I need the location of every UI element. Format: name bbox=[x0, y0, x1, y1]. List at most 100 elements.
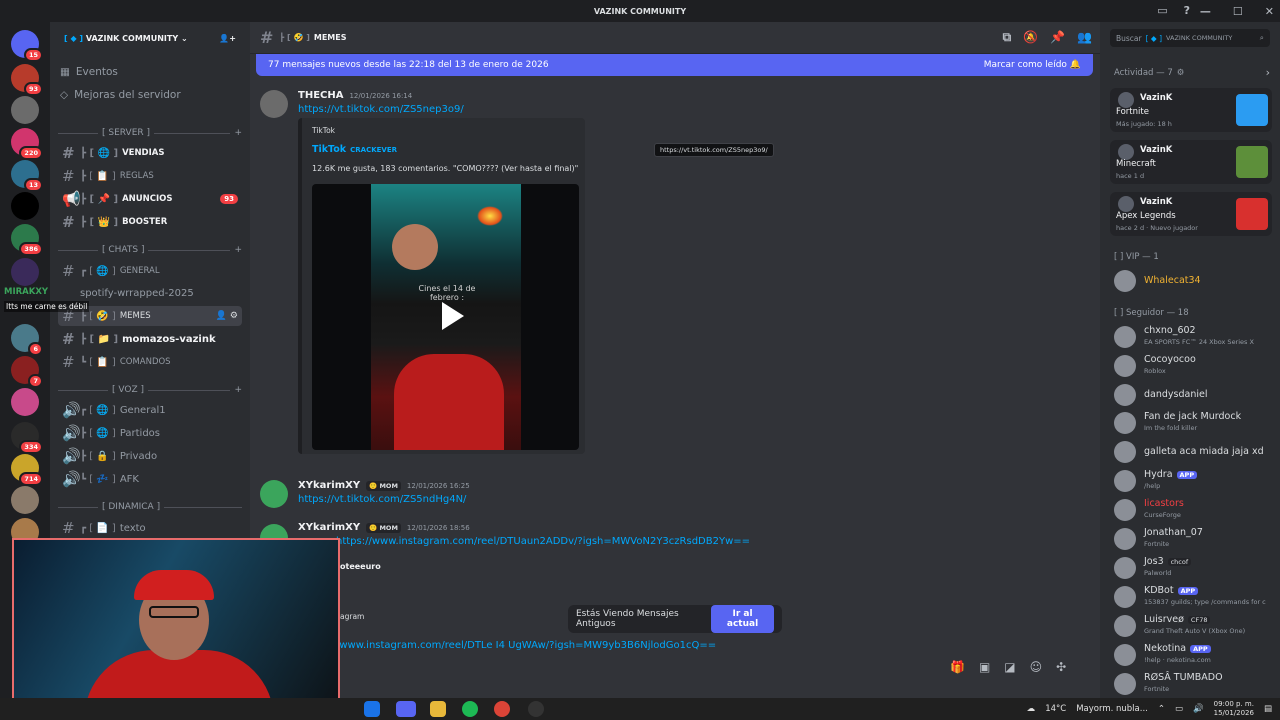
new-messages-bar[interactable]: 77 mensajes nuevos desde las 22:18 del 1… bbox=[256, 54, 1093, 76]
channel-anuncios[interactable]: 📢 ┣ [ 📌 ] ANUNCIOS 93 bbox=[58, 189, 242, 209]
member-item[interactable]: Jonathan_07 Fortnite bbox=[1114, 526, 1274, 552]
channel-booster[interactable]: # ┣ [ 👑 ] BOOSTER bbox=[58, 212, 242, 232]
mark-read-button[interactable]: Marcar como leído 🔔 bbox=[984, 60, 1081, 70]
member-item[interactable]: RØSÂ TUMBADO Fortnite bbox=[1114, 671, 1274, 697]
maximize-button[interactable]: ☐ bbox=[1233, 5, 1243, 18]
category-chats[interactable]: [ CHATS ] + bbox=[58, 245, 242, 255]
server-icon[interactable]: 714 bbox=[11, 454, 43, 486]
channel-momazos[interactable]: # ┣ [ 📁 ] momazos-vazink bbox=[58, 329, 242, 349]
channel-spotify[interactable]: spotify-wrrapped-2025 bbox=[58, 283, 242, 303]
edge-icon[interactable] bbox=[364, 701, 380, 717]
minimize-button[interactable]: — bbox=[1200, 5, 1211, 18]
embed-title[interactable]: TikTok CRACKEVER bbox=[312, 144, 397, 155]
chevron-right-icon[interactable]: › bbox=[1266, 66, 1270, 79]
server-icon[interactable]: 6 bbox=[11, 324, 43, 356]
settings-icon[interactable]: 👤 ⚙ bbox=[216, 311, 238, 321]
apps-icon[interactable]: ✣ bbox=[1056, 660, 1066, 674]
spotify-icon[interactable] bbox=[462, 701, 478, 717]
message-author[interactable]: THECHA 12/01/2026 16:14 bbox=[298, 90, 412, 101]
message-link[interactable]: https://vt.tiktok.com/ZS5ndHg4N/ bbox=[298, 494, 466, 505]
inbox-icon[interactable]: ▭ bbox=[1157, 4, 1167, 17]
mute-icon[interactable]: 🔕 bbox=[1023, 30, 1038, 45]
server-icon[interactable]: 220 bbox=[11, 128, 43, 160]
clock[interactable]: 09:00 p. m. 15/01/2026 bbox=[1214, 700, 1254, 718]
member-item[interactable]: Nekotina APP !help · nekotina.com bbox=[1114, 642, 1274, 668]
server-icon[interactable]: 93 bbox=[11, 64, 43, 96]
message-author[interactable]: XYkarimXY 🙂 MOM 12/01/2026 16:25 bbox=[298, 480, 470, 491]
server-icon[interactable] bbox=[11, 192, 39, 220]
emoji-icon[interactable]: ☺ bbox=[1030, 660, 1043, 674]
add-user-icon[interactable]: 👤+ bbox=[219, 34, 236, 43]
channel-ventas[interactable]: # ┣ [ 🌐 ] VENDIAS bbox=[58, 143, 242, 163]
plus-icon[interactable]: + bbox=[234, 128, 242, 138]
help-icon[interactable]: ? bbox=[1184, 4, 1190, 17]
author-name[interactable]: XYkarimXY bbox=[298, 480, 360, 491]
member-item[interactable]: Whalecat34 bbox=[1114, 268, 1274, 294]
search-input[interactable]: Buscar[ ◆ ] VAZINK COMMUNITY ⌕ bbox=[1110, 29, 1270, 47]
channel-general[interactable]: # ┏ [ 🌐 ] GENERAL bbox=[58, 261, 242, 281]
server-icon[interactable] bbox=[11, 258, 39, 286]
member-item[interactable]: Cocoyocoo Roblox bbox=[1114, 353, 1274, 379]
member-item[interactable]: KDBot APP 153837 guilds; type /commands fo… bbox=[1114, 584, 1274, 610]
play-icon[interactable] bbox=[430, 296, 470, 336]
folder-icon[interactable] bbox=[430, 701, 446, 717]
members-icon[interactable]: 👥 bbox=[1077, 30, 1092, 45]
message-link[interactable]: /www.instagram.com/reel/DTLe I4 UgWAw/?i… bbox=[336, 640, 716, 651]
plus-icon[interactable]: + bbox=[234, 245, 242, 255]
nav-boosts[interactable]: ◇ Mejoras del servidor bbox=[60, 89, 181, 101]
member-item[interactable]: Fan de jack Murdock Im the fold killer bbox=[1114, 410, 1274, 436]
message-author[interactable]: XYkarimXY 🙂 MOM 12/01/2026 18:56 bbox=[298, 522, 470, 533]
gif-icon[interactable]: ▣ bbox=[979, 660, 990, 674]
activity-card[interactable]: VazinK Fortnite Más jugado: 18 h bbox=[1110, 88, 1272, 132]
server-icon[interactable] bbox=[11, 96, 39, 124]
message-link[interactable]: https://vt.tiktok.com/ZS5nep3o9/ bbox=[298, 104, 464, 115]
activity-card[interactable]: VazinK Apex Legends hace 2 d · Nuevo jugad… bbox=[1110, 192, 1272, 236]
server-icon[interactable]: 334 bbox=[11, 422, 43, 454]
chevron-up-icon[interactable]: ⌃ bbox=[1158, 704, 1165, 714]
channel-privado[interactable]: 🔊 ┣ [ 🔒 ] Privado bbox=[58, 446, 242, 466]
network-icon[interactable]: ▭ bbox=[1175, 704, 1183, 714]
obs-icon[interactable] bbox=[528, 701, 544, 717]
guild-header[interactable]: [ ◆ ] VAZINK COMMUNITY ⌄ 👤+ bbox=[50, 22, 250, 54]
author-name[interactable]: XYkarimXY bbox=[298, 522, 360, 533]
member-item[interactable]: Iicastors CurseForge bbox=[1114, 497, 1274, 523]
chrome-icon[interactable] bbox=[494, 701, 510, 717]
channel-general1[interactable]: 🔊 ┏ [ 🌐 ] General1 bbox=[58, 400, 242, 420]
member-item[interactable]: Hydra APP/help bbox=[1114, 468, 1274, 494]
plus-icon[interactable]: + bbox=[234, 385, 242, 395]
member-item[interactable]: Luisrveø CF78 Grand Theft Auto V (Xbox One… bbox=[1114, 613, 1274, 639]
avatar[interactable] bbox=[260, 480, 288, 508]
threads-icon[interactable]: ⧉ bbox=[1003, 30, 1012, 45]
server-icon[interactable]: 386 bbox=[11, 224, 43, 256]
message-link[interactable]: https://www.instagram.com/reel/DTUaun2AD… bbox=[336, 536, 750, 547]
category-dinamica[interactable]: [ DINAMICA ] bbox=[58, 502, 242, 512]
discord-taskbar-icon[interactable] bbox=[396, 701, 416, 717]
category-voz[interactable]: [ VOZ ] + bbox=[58, 385, 242, 395]
activity-card[interactable]: VazinK Minecraft hace 1 d bbox=[1110, 140, 1272, 184]
member-item[interactable]: Jos3 chcof Palworld bbox=[1114, 555, 1274, 581]
server-icon[interactable]: 15 bbox=[11, 30, 43, 62]
member-item[interactable]: chxno_602 EA SPORTS FC™ 24 Xbox Series X bbox=[1114, 324, 1274, 350]
gift-icon[interactable]: 🎁 bbox=[950, 660, 965, 674]
channel-afk[interactable]: 🔊 ┗ [ 💤 ] AFK bbox=[58, 469, 242, 489]
author-name[interactable]: THECHA bbox=[298, 90, 343, 101]
nav-events[interactable]: ▦ Eventos bbox=[60, 66, 118, 78]
embed-video[interactable]: Cines el 14 de febrero : bbox=[312, 184, 579, 450]
channel-reglas[interactable]: # ┣ [ 📋 ] REGLAS bbox=[58, 166, 242, 186]
avatar[interactable] bbox=[260, 90, 288, 118]
pin-icon[interactable]: 📌 bbox=[1050, 30, 1065, 45]
channel-comandos[interactable]: # ┗ [ 📋 ] COMANDOS bbox=[58, 352, 242, 372]
server-icon[interactable]: 7 bbox=[11, 356, 43, 388]
member-item[interactable]: galleta aca miada jaja xd bbox=[1114, 439, 1274, 465]
server-icon[interactable] bbox=[11, 388, 39, 416]
server-icon[interactable] bbox=[11, 486, 39, 514]
sticker-icon[interactable]: ◪ bbox=[1004, 660, 1015, 674]
volume-icon[interactable]: 🔊 bbox=[1193, 704, 1204, 714]
jump-present-button[interactable]: Ir al actual bbox=[711, 605, 774, 633]
member-item[interactable]: dandysdaniel bbox=[1114, 382, 1274, 408]
notification-icon[interactable]: ▤ bbox=[1264, 704, 1272, 714]
server-icon[interactable]: 13 bbox=[11, 160, 43, 192]
close-button[interactable]: ✕ bbox=[1265, 5, 1274, 18]
category-server[interactable]: [ SERVER ] + bbox=[58, 128, 242, 138]
channel-partidos[interactable]: 🔊 ┣ [ 🌐 ] Partidos bbox=[58, 423, 242, 443]
